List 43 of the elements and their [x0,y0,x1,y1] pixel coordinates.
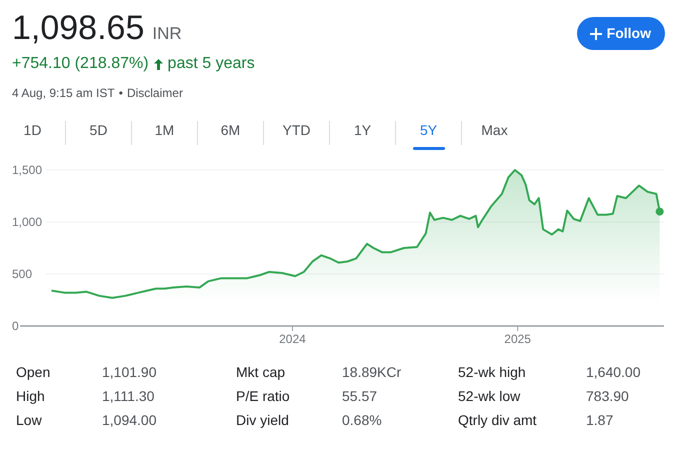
range-tab[interactable]: YTD [264,116,329,145]
stat-value: 1,094.00 [102,411,158,430]
disclaimer-link[interactable]: Disclaimer [126,84,183,102]
stock-price: 1,098.65 [12,8,144,48]
stat-label: Qtrly div amt [458,411,538,430]
y-axis-label: 1,000 [12,215,42,229]
stat-label: Open [16,363,52,382]
x-axis-label: 2025 [504,332,531,346]
stat-value: 55.57 [342,387,378,406]
stat-label: Mkt cap [236,363,286,382]
stat-label: Low [16,411,43,430]
stat-label: P/E ratio [236,387,291,406]
x-axis-label: 2024 [279,332,306,346]
range-tab[interactable]: 1M [132,116,197,145]
stat-label: 52-wk high [458,363,527,382]
stat-value: 1,111.30 [102,387,156,406]
stat-value: 783.90 [586,387,630,406]
plus-icon [588,26,603,40]
range-tab[interactable]: 1Y [330,116,395,145]
range-tab[interactable]: 5D [66,116,131,145]
stat-value: 1,640.00 [586,363,642,382]
y-axis-label: 500 [12,267,32,281]
period-label: past 5 years [168,54,255,74]
timestamp: 4 Aug, 9:15 am IST [12,85,115,102]
follow-button[interactable]: Follow [576,17,665,50]
range-tab[interactable]: Max [462,116,527,145]
selected-tab-underline [412,147,444,150]
range-tab[interactable]: 6M [198,116,263,145]
currency-label: INR [152,23,182,45]
range-tab[interactable]: 5Y [396,116,461,145]
range-tab[interactable]: 1D [0,116,65,145]
stat-label: Div yield [236,411,290,430]
stat-value: 18.89KCr [342,363,402,382]
price-change: +754.10 (218.87%) [12,54,149,74]
y-axis-label: 0 [12,319,19,333]
last-point-dot [656,208,664,216]
stat-label: 52-wk low [458,387,522,406]
stat-value: 1,101.90 [102,363,158,382]
separator-dot: • [118,85,123,102]
stat-label: High [16,387,46,406]
stat-value: 1.87 [586,411,614,430]
y-axis-label: 1,500 [12,163,42,177]
stat-value: 0.68% [342,411,383,430]
